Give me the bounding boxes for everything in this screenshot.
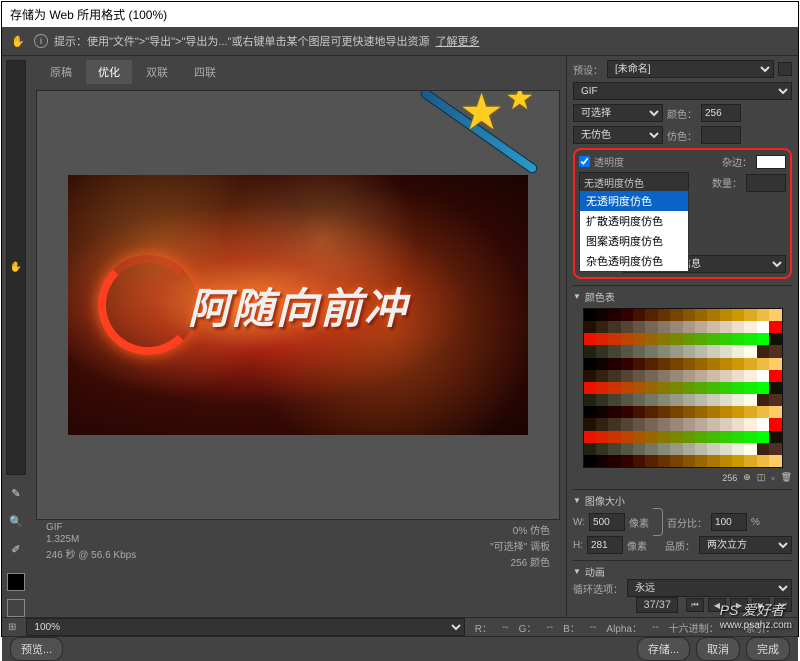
bottom-bar: 预览... 存储... 取消 完成 <box>2 636 798 661</box>
cancel-button[interactable]: 取消 <box>696 637 740 661</box>
tool-column: ✋ ✎ 🔍 ✐ <box>2 56 30 617</box>
dropdown-option[interactable]: 图案透明度仿色 <box>580 231 688 251</box>
loop-select[interactable]: 永远 <box>627 579 792 597</box>
window-title: 存储为 Web 所用格式 (100%) <box>2 2 798 27</box>
transparency-checkbox[interactable] <box>579 156 590 167</box>
chevron-down-icon[interactable]: ▼ <box>573 292 581 301</box>
preview-text: 阿随向前冲 <box>188 275 408 336</box>
preset-select[interactable]: [未命名] <box>607 60 774 78</box>
transparency-dither-dropdown: 无透明度仿色 扩散透明度仿色 图案透明度仿色 杂色透明度仿色 <box>579 190 689 272</box>
percent-input[interactable] <box>711 513 747 531</box>
chevron-down-icon[interactable]: ▼ <box>573 496 581 505</box>
view-tabs: 原稿 优化 双联 四联 <box>30 56 566 84</box>
crescent-graphic <box>98 255 198 355</box>
transparency-dither-select[interactable]: 无透明度仿色 无透明度仿色 扩散透明度仿色 图案透明度仿色 杂色透明度仿色 <box>579 172 689 193</box>
preset-menu-icon[interactable] <box>778 62 792 76</box>
quality-select[interactable]: 两次立方 <box>699 536 792 554</box>
next-frame-icon[interactable]: ▶ <box>752 598 770 612</box>
lock-icon[interactable]: ⊕ <box>743 472 751 483</box>
status-bar: ⊞ 100% R：-- G：-- B：-- Alpha：-- 十六进制：-- 索… <box>2 617 798 636</box>
save-button[interactable]: 存储... <box>637 637 690 661</box>
zoom-tool[interactable]: 🔍 <box>6 511 26 531</box>
preview-image: 阿随向前冲 <box>68 175 528 435</box>
tab-optimized[interactable]: 优化 <box>86 60 132 84</box>
new-icon[interactable]: ▫ <box>771 473 774 483</box>
reduction-select[interactable]: 可选择 <box>573 104 663 122</box>
slice-visibility-icon[interactable] <box>7 599 25 617</box>
preset-label: 预设： <box>573 62 603 77</box>
color-table[interactable] <box>583 308 783 468</box>
height-input[interactable] <box>587 536 623 554</box>
format-select[interactable]: GIF <box>573 82 792 100</box>
tab-4up[interactable]: 四联 <box>182 60 228 84</box>
done-button[interactable]: 完成 <box>746 637 790 661</box>
first-frame-icon[interactable]: ⏮ <box>686 598 704 612</box>
map-icon[interactable]: ◫ <box>757 472 766 483</box>
zoom-select[interactable]: 100% <box>26 618 464 636</box>
dropdown-option[interactable]: 扩散透明度仿色 <box>580 211 688 231</box>
dropdown-option[interactable]: 杂色透明度仿色 <box>580 251 688 271</box>
tab-2up[interactable]: 双联 <box>134 60 180 84</box>
hint-text: 提示：使用"文件">"导出">"导出为..."或右键单击某个图层可更快速地导出资… <box>54 33 429 49</box>
learn-more-link[interactable]: 了解更多 <box>435 33 479 49</box>
slice-tool[interactable]: ✎ <box>6 483 26 503</box>
dither-amount[interactable] <box>701 126 741 144</box>
hand-icon: ✋ <box>8 31 28 51</box>
preview-info: GIF 1.325M 246 秒 @ 56.6 Kbps 0% 仿色 "可选择"… <box>36 520 560 571</box>
trans-dither-amount[interactable] <box>746 174 786 192</box>
width-input[interactable] <box>589 513 625 531</box>
star-icon: ★ <box>459 90 504 141</box>
hand-tool[interactable]: ✋ <box>6 60 26 475</box>
matte-swatch[interactable] <box>756 155 786 169</box>
color-swatch[interactable] <box>7 573 25 591</box>
info-icon: i <box>34 34 48 48</box>
eyedropper-tool[interactable]: ✐ <box>6 539 26 559</box>
prev-frame-icon[interactable]: ◀ <box>708 598 726 612</box>
trash-icon[interactable]: 🗑 <box>781 472 792 483</box>
preview-button[interactable]: 预览... <box>10 637 63 661</box>
last-frame-icon[interactable]: ⏭ <box>774 598 792 612</box>
chevron-down-icon[interactable]: ▼ <box>573 567 581 576</box>
preview-canvas[interactable]: 阿随向前冲 ★ ★ <box>36 90 560 520</box>
hint-bar: ✋ i 提示：使用"文件">"导出">"导出为..."或右键单击某个图层可更快速… <box>2 27 798 56</box>
tab-original[interactable]: 原稿 <box>38 60 84 84</box>
link-icon[interactable] <box>653 508 663 536</box>
colors-input[interactable] <box>701 104 741 122</box>
star-icon: ★ <box>505 90 534 117</box>
dither-select[interactable]: 无仿色 <box>573 126 663 144</box>
frame-counter: 37/37 <box>636 597 678 613</box>
options-panel: 预设： [未命名] GIF 可选择 颜色： 无仿色 仿色： 透明度 <box>566 56 798 617</box>
dropdown-option[interactable]: 无透明度仿色 <box>580 191 688 211</box>
highlighted-region: 透明度 杂边： 无透明度仿色 无透明度仿色 扩散透明度仿色 图案透明度仿色 杂色… <box>573 148 792 279</box>
play-icon[interactable]: ▶ <box>730 598 748 612</box>
